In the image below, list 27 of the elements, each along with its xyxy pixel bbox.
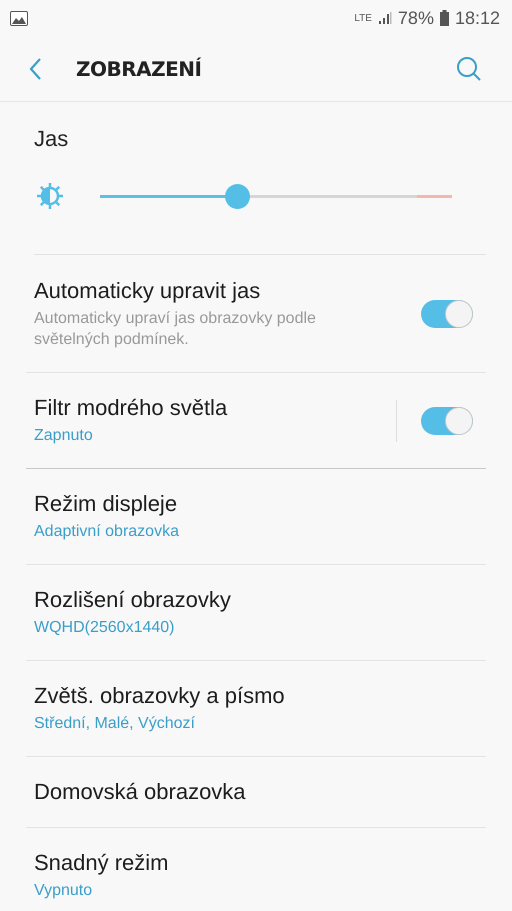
brightness-title: Jas [34,126,70,152]
setting-title[interactable]: Snadný režim [34,850,486,876]
toggle-switch[interactable] [421,300,473,328]
battery-icon [440,10,449,26]
network-type: LTE [354,12,372,24]
signal-icon [378,11,392,25]
setting-description: Automaticky upraví jas obrazovky podle světelných podmínek. [34,308,317,350]
setting-title[interactable]: Automaticky upravit jas [34,278,421,304]
screen-title: ZOBRAZENÍ [76,56,202,80]
clock: 18:12 [454,8,500,28]
setting-value: Zapnuto [34,426,94,446]
setting-value: Vypnuto [34,881,94,901]
back-icon[interactable] [28,56,42,80]
setting-title[interactable]: Režim displeje [34,491,486,517]
setting-title[interactable]: Filtr modrého světla [34,395,396,421]
setting-title[interactable]: Domovská obrazovka [34,779,486,805]
slider-thumb[interactable] [225,184,250,208]
setting-value: Střední, Malé, Výchozí [34,714,196,734]
battery-percent: 78% [398,8,434,28]
search-icon[interactable] [456,56,482,82]
gallery-icon [10,10,28,26]
setting-title[interactable]: Zvětš. obrazovky a písmo [34,683,486,709]
setting-title[interactable]: Rozlišení obrazovky [34,587,486,613]
setting-value: Adaptivní obrazovka [34,522,180,542]
setting-value: WQHD(2560x1440) [34,618,176,638]
brightness-icon [34,180,66,212]
toggle-switch[interactable] [421,406,473,434]
